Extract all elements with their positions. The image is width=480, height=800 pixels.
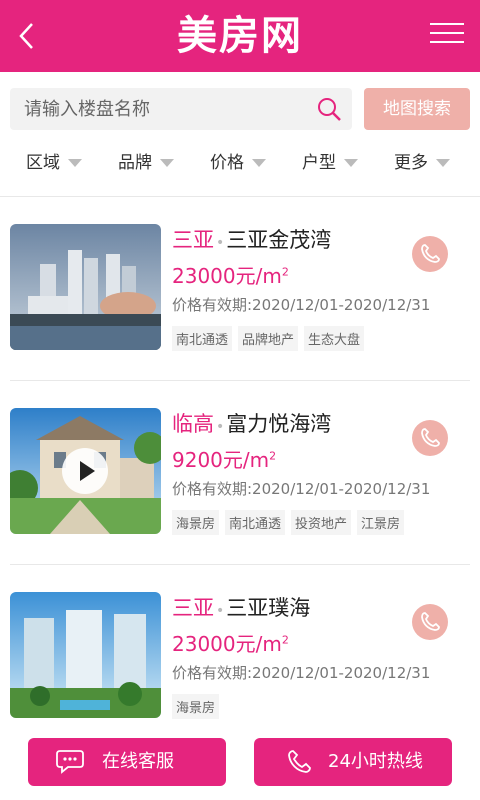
tag-list: 南北通透 品牌地产 生态大盘 xyxy=(172,326,370,351)
tag: 生态大盘 xyxy=(304,326,365,351)
dropdown-arrow-icon xyxy=(344,159,358,167)
divider xyxy=(0,196,480,197)
phone-icon[interactable] xyxy=(412,420,448,456)
listing-title: 三亚 •三亚璞海 xyxy=(172,596,311,620)
listing-validity: 价格有效期:2020/12/01-2020/12/31 xyxy=(172,296,431,314)
listing-item[interactable]: 三亚 •三亚金茂湾 23000元/m2 价格有效期:2020/12/01-2020… xyxy=(0,224,480,394)
hotline-button[interactable]: 24小时热线 xyxy=(254,738,452,786)
search-icon[interactable] xyxy=(316,96,342,122)
tag: 南北通透 xyxy=(225,510,286,535)
listing-item[interactable]: 临高 •富力悦海湾 9200元/m2 价格有效期:2020/12/01-2020/… xyxy=(0,408,480,578)
separator-dot: • xyxy=(216,603,225,619)
tag: 海景房 xyxy=(172,510,220,535)
listing-price: 23000元/m2 xyxy=(172,264,289,288)
listing-price: 9200元/m2 xyxy=(172,448,277,472)
tag-list: 海景房 xyxy=(172,694,225,719)
tag: 投资地产 xyxy=(291,510,352,535)
tag: 江景房 xyxy=(357,510,405,535)
filter-layout[interactable]: 户型 xyxy=(302,140,358,186)
separator-dot: • xyxy=(216,419,225,435)
bottom-action-bar: 在线客服 24小时热线 xyxy=(0,724,480,800)
listing-photo[interactable] xyxy=(10,592,161,718)
filter-price[interactable]: 价格 xyxy=(210,140,266,186)
filter-brand[interactable]: 品牌 xyxy=(118,140,174,186)
app-title: 美房网 xyxy=(177,13,303,59)
listing-photo[interactable] xyxy=(10,224,161,350)
tag: 海景房 xyxy=(172,694,220,719)
map-search-button[interactable]: 地图搜索 xyxy=(364,88,470,130)
tag: 品牌地产 xyxy=(238,326,299,351)
phone-icon[interactable] xyxy=(412,604,448,640)
tag-list: 海景房 南北通透 投资地产 江景房 xyxy=(172,510,410,535)
search-input[interactable] xyxy=(24,88,304,130)
online-service-button[interactable]: 在线客服 xyxy=(28,738,226,786)
dropdown-arrow-icon xyxy=(252,159,266,167)
divider xyxy=(10,380,470,381)
listing-video-thumbnail[interactable] xyxy=(10,408,161,534)
dropdown-arrow-icon xyxy=(436,159,450,167)
search-box xyxy=(10,88,352,130)
listing-validity: 价格有效期:2020/12/01-2020/12/31 xyxy=(172,664,431,682)
filter-region[interactable]: 区域 xyxy=(26,140,82,186)
filter-bar: 区域 品牌 价格 户型 更多 xyxy=(0,140,480,186)
divider xyxy=(10,564,470,565)
dropdown-arrow-icon xyxy=(160,159,174,167)
app-header: 美房网 xyxy=(0,0,480,72)
dropdown-arrow-icon xyxy=(68,159,82,167)
listing-title: 三亚 •三亚金茂湾 xyxy=(172,228,332,252)
chat-icon xyxy=(56,750,84,774)
tag: 南北通透 xyxy=(172,326,233,351)
listing-price: 23000元/m2 xyxy=(172,632,289,656)
separator-dot: • xyxy=(216,235,225,251)
menu-icon[interactable] xyxy=(430,16,466,52)
phone-icon[interactable] xyxy=(412,236,448,272)
play-icon[interactable] xyxy=(62,448,108,494)
listing-validity: 价格有效期:2020/12/01-2020/12/31 xyxy=(172,480,431,498)
back-icon[interactable] xyxy=(10,18,46,54)
listing-title: 临高 •富力悦海湾 xyxy=(172,412,332,436)
filter-more[interactable]: 更多 xyxy=(394,140,450,186)
phone-icon xyxy=(288,750,311,773)
